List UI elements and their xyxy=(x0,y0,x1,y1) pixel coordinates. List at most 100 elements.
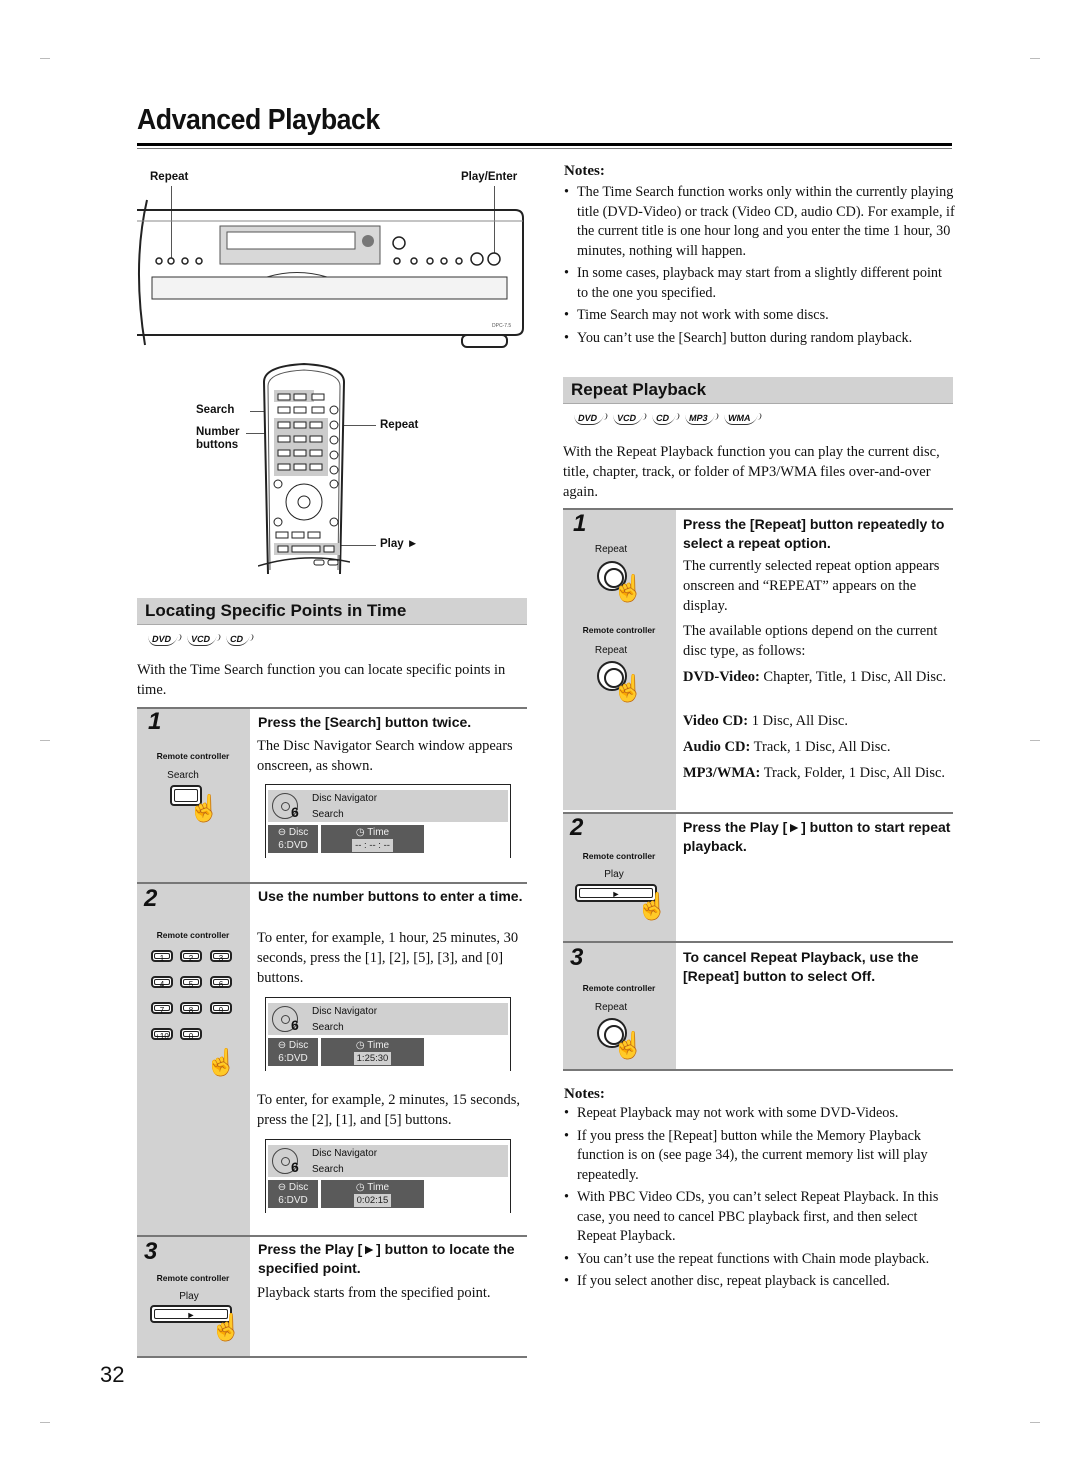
note-item: You can’t use the [Search] button during… xyxy=(564,329,956,349)
badge-mp3: MP3 xyxy=(683,413,715,425)
notes-title: Notes: xyxy=(564,1086,605,1102)
keypad-button: 4 xyxy=(151,976,173,989)
badge-dvd: DVD xyxy=(146,634,179,646)
repeat-option-mp3: MP3/WMA: Track, Folder, 1 Disc, All Disc… xyxy=(683,763,951,783)
navigator-disc-field: ⊖ Disc 6:DVD xyxy=(268,1180,318,1208)
disc-field-icon: ⊖ xyxy=(277,1040,289,1051)
disc-field-value: 6:DVD xyxy=(278,1053,308,1064)
callout-repeat-remote: Repeat xyxy=(380,419,419,431)
badge-vcd: VCD xyxy=(185,634,218,646)
option-type: MP3/WMA: xyxy=(683,765,761,781)
notes-list-time-search: The Time Search function works only with… xyxy=(564,183,956,351)
remote-controller-label: Remote controller xyxy=(582,983,656,993)
section-heading-repeat: Repeat Playback xyxy=(563,377,953,404)
option-values: Chapter, Title, 1 Disc, All Disc. xyxy=(763,669,947,685)
note-item: In some cases, playback may start from a… xyxy=(564,264,956,303)
navigator-title: Disc Navigator xyxy=(312,793,378,804)
disc-field-value: 6:DVD xyxy=(278,840,308,851)
navigator-disc-field: ⊖ Disc 6:DVD xyxy=(268,1038,318,1066)
keypad-button: 0 xyxy=(180,1028,202,1041)
step-heading: Press the Play [►] button to start repea… xyxy=(683,819,951,854)
step-heading: Use the number buttons to enter a time. xyxy=(258,888,523,904)
time-field-value: -- : -- : -- xyxy=(352,839,393,852)
step-number: 1 xyxy=(148,708,162,735)
step-number: 2 xyxy=(570,814,584,841)
pointing-hand-icon: ☝ xyxy=(612,1031,645,1060)
crop-mark xyxy=(1030,740,1040,741)
step-text: To enter, for example, 1 hour, 25 minute… xyxy=(257,930,519,986)
option-type: Video CD: xyxy=(683,713,749,729)
disc-badges-locating: DVD VCD CD xyxy=(146,634,251,646)
remote-controller-label: Remote controller xyxy=(582,851,656,861)
step-panel xyxy=(563,510,676,810)
remote-repeat-label: Repeat xyxy=(594,645,628,656)
disc-badges-repeat: DVD VCD CD MP3 WMA xyxy=(572,413,758,425)
option-values: 1 Disc, All Disc. xyxy=(751,713,848,729)
step-number: 3 xyxy=(570,944,584,971)
clock-icon: ◷ xyxy=(355,1182,368,1193)
time-field-label: Time xyxy=(367,827,390,838)
step-number: 1 xyxy=(573,510,587,537)
disc-number: 6 xyxy=(291,1017,299,1033)
repeat-option-vcd: Video CD: 1 Disc, All Disc. xyxy=(683,711,951,731)
step-text: The available options depend on the curr… xyxy=(683,623,938,659)
pointing-hand-icon: ☝ xyxy=(210,1313,243,1342)
badge-cd: CD xyxy=(650,413,677,425)
pointing-hand-icon: ☝ xyxy=(636,892,669,921)
remote-repeat-label: Repeat xyxy=(594,1002,628,1013)
step-heading: To cancel Repeat Playback, use the [Repe… xyxy=(683,949,919,984)
time-field-value: 0:02:15 xyxy=(353,1194,392,1207)
play-button-label: Play xyxy=(604,869,624,880)
disc-field-value: 6:DVD xyxy=(278,1195,308,1206)
callout-play-remote: Play ► xyxy=(380,538,419,550)
unit-repeat-label: Repeat xyxy=(594,544,628,555)
callout-buttons: buttons xyxy=(196,439,239,451)
callout-play-enter: Play/Enter xyxy=(461,171,518,183)
navigator-title: Disc Navigator xyxy=(312,1006,378,1017)
disc-field-icon: ⊖ xyxy=(277,1182,289,1193)
crop-mark xyxy=(40,740,50,741)
badge-cd: CD xyxy=(224,634,251,646)
badge-dvd: DVD xyxy=(572,413,605,425)
clock-icon: ◷ xyxy=(355,827,368,838)
step-heading: Press the [Repeat] button repeatedly to … xyxy=(683,516,945,551)
navigator-subtitle: Search xyxy=(312,1164,344,1175)
disc-field-label: Disc xyxy=(288,1182,309,1193)
keypad-button: 6 xyxy=(210,976,232,989)
page-number: 32 xyxy=(100,1362,125,1387)
keypad-button: 2 xyxy=(180,950,202,963)
navigator-time-field: ◷ Time 0:02:15 xyxy=(321,1180,424,1208)
keypad-button: +10 xyxy=(151,1028,173,1041)
title-rule xyxy=(137,143,952,146)
callout-repeat: Repeat xyxy=(150,171,189,183)
keypad-button: 9 xyxy=(210,1002,232,1015)
title-rule xyxy=(137,148,952,149)
clock-icon: ◷ xyxy=(355,1040,368,1051)
disc-field-label: Disc xyxy=(288,827,309,838)
option-values: Track, Folder, 1 Disc, All Disc. xyxy=(763,765,946,781)
navigator-title-bar: 6 Disc Navigator Search xyxy=(268,1003,508,1035)
step-number: 3 xyxy=(144,1238,158,1265)
time-field-label: Time xyxy=(367,1040,390,1051)
play-button-label: Play xyxy=(179,1291,199,1302)
search-button-label: Search xyxy=(167,770,199,781)
repeat-option-cd: Audio CD: Track, 1 Disc, All Disc. xyxy=(683,737,951,757)
remote-controller-label: Remote controller xyxy=(156,930,230,940)
keypad-button: 7 xyxy=(151,1002,173,1015)
pointing-hand-icon: ☝ xyxy=(612,574,645,603)
step-text: The currently selected repeat option app… xyxy=(683,558,940,614)
navigator-time-field: ◷ Time 1:25:30 xyxy=(321,1038,424,1066)
model-label: DPC-7.5 xyxy=(492,323,511,329)
notes-list-repeat: Repeat Playback may not work with some D… xyxy=(564,1104,956,1295)
keypad-button: 5 xyxy=(180,976,202,989)
repeat-intro: With the Repeat Playback function you ca… xyxy=(563,444,940,500)
disc-number: 6 xyxy=(291,1159,299,1175)
keypad-button: 8 xyxy=(180,1002,202,1015)
locating-intro: With the Time Search function you can lo… xyxy=(137,662,506,698)
step-text-2: To enter, for example, 2 minutes, 15 sec… xyxy=(257,1092,520,1128)
step-rule xyxy=(563,1069,953,1071)
disc-navigator-window: 6 Disc Navigator Search ⊖ Disc 6:DVD ◷ Ti… xyxy=(265,784,511,858)
step-text: The Disc Navigator Search window appears… xyxy=(257,738,513,774)
navigator-subtitle: Search xyxy=(312,809,344,820)
pointing-hand-icon: ☝ xyxy=(188,794,221,823)
